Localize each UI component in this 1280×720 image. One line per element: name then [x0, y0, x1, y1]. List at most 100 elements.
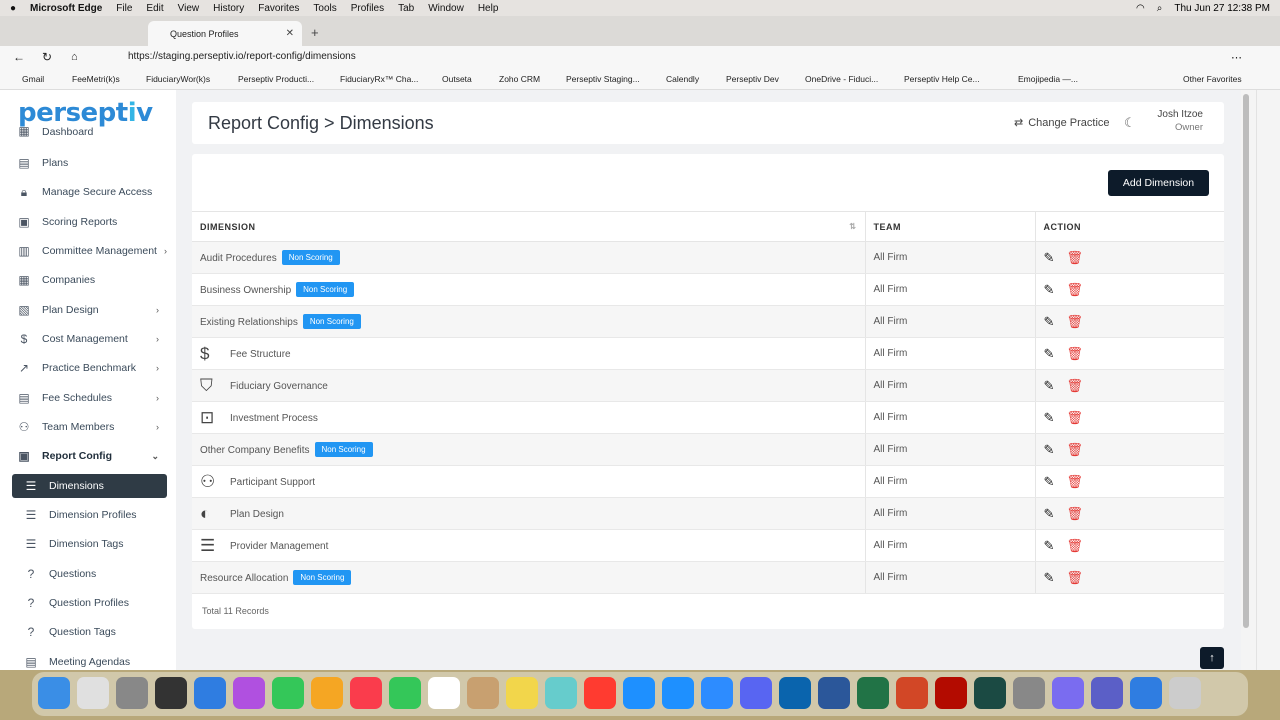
- home-icon[interactable]: ⌂: [71, 51, 78, 63]
- menu-tools[interactable]: Tools: [313, 3, 336, 14]
- bookmark-item[interactable]: FeeMetri(k)s: [72, 74, 120, 84]
- bookmark-item[interactable]: Zoho CRM: [499, 74, 540, 84]
- dock-app-icon[interactable]: [896, 677, 928, 709]
- bookmark-item[interactable]: Emojipedia —...: [1018, 74, 1078, 84]
- sort-icon[interactable]: ⇅: [849, 222, 856, 231]
- dock-app-icon[interactable]: [701, 677, 733, 709]
- delete-icon[interactable]: 🗑︎: [1066, 538, 1083, 554]
- bookmark-item[interactable]: Perseptiv Staging...: [566, 74, 640, 84]
- delete-icon[interactable]: 🗑︎: [1066, 570, 1083, 586]
- bookmark-item[interactable]: FiduciaryRx™ Cha...: [340, 74, 418, 84]
- edit-icon[interactable]: ✎: [1044, 346, 1055, 362]
- menu-help[interactable]: Help: [478, 3, 499, 14]
- dock-app-icon[interactable]: [623, 677, 655, 709]
- dock-app-icon[interactable]: [584, 677, 616, 709]
- dock-app-icon[interactable]: [857, 677, 889, 709]
- bookmark-other-favorites[interactable]: Other Favorites: [1183, 74, 1242, 84]
- menu-history[interactable]: History: [213, 3, 244, 14]
- add-dimension-button[interactable]: Add Dimension: [1108, 170, 1209, 196]
- dock-app-icon[interactable]: [1013, 677, 1045, 709]
- close-tab-icon[interactable]: ✕: [286, 28, 294, 39]
- menu-edit[interactable]: Edit: [146, 3, 163, 14]
- dock-app-icon[interactable]: [1091, 677, 1123, 709]
- sidebar-item-dimension-profiles[interactable]: ☰ Dimension Profiles: [24, 504, 174, 526]
- change-practice-button[interactable]: ⇄ Change Practice: [1014, 116, 1110, 130]
- dock-app-icon[interactable]: [779, 677, 811, 709]
- dock-app-icon[interactable]: [974, 677, 1006, 709]
- delete-icon[interactable]: 🗑︎: [1066, 282, 1083, 298]
- edit-icon[interactable]: ✎: [1044, 442, 1055, 458]
- refresh-icon[interactable]: ↻: [42, 50, 52, 64]
- dock-app-icon[interactable]: [545, 677, 577, 709]
- edit-icon[interactable]: ✎: [1044, 282, 1055, 298]
- user-menu[interactable]: Josh Itzoe Owner: [1156, 109, 1203, 133]
- bookmark-item[interactable]: FiduciaryWor(k)s: [146, 74, 210, 84]
- menu-view[interactable]: View: [178, 3, 200, 14]
- moon-icon[interactable]: ☾: [1124, 115, 1136, 131]
- sidebar-item-team-members[interactable]: ⚇ Team Members ›: [17, 416, 167, 438]
- sidebar-item-committee-management[interactable]: ▥ Committee Management ›: [17, 240, 167, 262]
- delete-icon[interactable]: 🗑︎: [1066, 410, 1083, 426]
- wifi-icon[interactable]: ◠: [1136, 3, 1145, 14]
- dock-app-icon[interactable]: [740, 677, 772, 709]
- back-icon[interactable]: ←: [13, 50, 25, 64]
- column-header-dimension[interactable]: DIMENSION ⇅: [192, 211, 866, 242]
- search-icon[interactable]: ⌕: [1157, 3, 1163, 14]
- delete-icon[interactable]: 🗑︎: [1066, 314, 1083, 330]
- sidebar-item-scoring-reports[interactable]: ▣ Scoring Reports: [17, 211, 167, 233]
- sidebar-item-fee-schedules[interactable]: ▤ Fee Schedules ›: [17, 387, 167, 409]
- dock-app-icon[interactable]: [428, 677, 460, 709]
- delete-icon[interactable]: 🗑︎: [1066, 442, 1083, 458]
- scrollbar-thumb[interactable]: [1243, 94, 1249, 628]
- bookmark-item[interactable]: Calendly: [666, 74, 699, 84]
- sidebar-item-plan-design[interactable]: ▧ Plan Design ›: [17, 299, 167, 321]
- apple-icon[interactable]: ●: [10, 3, 16, 14]
- sidebar-item-questions[interactable]: ? Questions: [24, 563, 174, 585]
- dock-app-icon[interactable]: [194, 677, 226, 709]
- sidebar-item-companies[interactable]: ▦ Companies: [17, 269, 167, 291]
- dock-app-icon[interactable]: [272, 677, 304, 709]
- bookmark-item[interactable]: Perseptiv Help Ce...: [904, 74, 980, 84]
- dock-app-icon[interactable]: [506, 677, 538, 709]
- dock-app-icon[interactable]: [818, 677, 850, 709]
- edit-icon[interactable]: ✎: [1044, 506, 1055, 522]
- sidebar-item-question-profiles[interactable]: ? Question Profiles: [24, 592, 174, 614]
- url-field[interactable]: https://staging.perseptiv.io/report-conf…: [128, 51, 356, 62]
- delete-icon[interactable]: 🗑︎: [1066, 346, 1083, 362]
- dock-app-icon[interactable]: [311, 677, 343, 709]
- sidebar-item-plans[interactable]: ▤ Plans: [17, 152, 167, 174]
- clock[interactable]: Thu Jun 27 12:38 PM: [1174, 3, 1270, 14]
- menu-file[interactable]: File: [116, 3, 132, 14]
- dock-app-icon[interactable]: [233, 677, 265, 709]
- dock-app-icon[interactable]: [1130, 677, 1162, 709]
- menu-profiles[interactable]: Profiles: [351, 3, 384, 14]
- sidebar-item-meeting-agendas[interactable]: ▤ Meeting Agendas: [24, 651, 174, 670]
- more-icon[interactable]: ⋯: [1231, 51, 1242, 64]
- bookmark-item[interactable]: Gmail: [22, 74, 44, 84]
- dock-app-icon[interactable]: [155, 677, 187, 709]
- browser-tab[interactable]: Question Profiles ✕: [148, 21, 302, 46]
- dock-app-icon[interactable]: [116, 677, 148, 709]
- menu-favorites[interactable]: Favorites: [258, 3, 299, 14]
- dock-app-icon[interactable]: [935, 677, 967, 709]
- edit-icon[interactable]: ✎: [1044, 410, 1055, 426]
- delete-icon[interactable]: 🗑︎: [1066, 250, 1083, 266]
- bookmark-item[interactable]: OneDrive - Fiduci...: [805, 74, 878, 84]
- dock-app-icon[interactable]: [38, 677, 70, 709]
- sidebar-item-dimensions[interactable]: ☰ Dimensions: [12, 474, 167, 498]
- dock-app-icon[interactable]: [350, 677, 382, 709]
- sidebar-item-cost-management[interactable]: $ Cost Management ›: [17, 328, 167, 350]
- dock-app-icon[interactable]: [1052, 677, 1084, 709]
- edit-icon[interactable]: ✎: [1044, 538, 1055, 554]
- menu-window[interactable]: Window: [428, 3, 464, 14]
- sidebar-item-manage-secure-access[interactable]: 🔒︎ Manage Secure Access: [17, 181, 167, 203]
- bookmark-item[interactable]: Perseptiv Dev: [726, 74, 779, 84]
- sidebar-item-dimension-tags[interactable]: ☰ Dimension Tags: [24, 533, 174, 555]
- scroll-to-top-button[interactable]: ↑: [1200, 647, 1224, 669]
- dock-app-icon[interactable]: [467, 677, 499, 709]
- sidebar-item-practice-benchmark[interactable]: ↗ Practice Benchmark ›: [17, 357, 167, 379]
- dock-app-icon[interactable]: [662, 677, 694, 709]
- delete-icon[interactable]: 🗑︎: [1066, 506, 1083, 522]
- menu-tab[interactable]: Tab: [398, 3, 414, 14]
- edit-icon[interactable]: ✎: [1044, 314, 1055, 330]
